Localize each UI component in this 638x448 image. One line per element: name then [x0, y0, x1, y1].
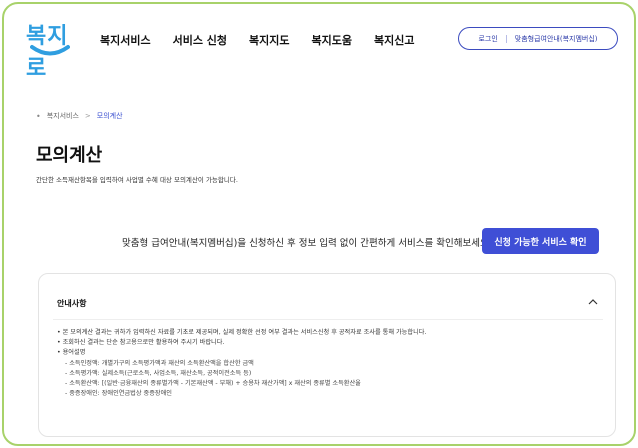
breadcrumb-item-welfare-service[interactable]: 복지서비스 [47, 111, 79, 121]
nav-item-welfare-report[interactable]: 복지신고 [374, 32, 414, 48]
page-description: 간단한 소득재산항목을 입력하여 사업별 수혜 대상 모의계산이 가능합니다. [36, 176, 238, 184]
breadcrumb: • 복지서비스 > 모의계산 [36, 111, 123, 121]
main-nav: 복지서비스 서비스 신청 복지지도 복지도움 복지신고 [100, 32, 415, 48]
panel-divider [53, 319, 603, 320]
site-logo[interactable]: 복지로 [26, 18, 86, 81]
login-link[interactable]: 로그인 [478, 34, 497, 44]
chevron-right-icon: > [84, 112, 91, 120]
info-bullet: • 조회하신 결과는 단순 참고용으로만 활용하여 주시기 바랍니다. [57, 339, 225, 347]
membership-cta-text: 맞춤형 급여안내(복지멤버십)을 신청하신 후 정보 입력 없이 간편하게 서비… [122, 238, 493, 249]
utility-menu: 로그인 맞춤형급여안내(복지멤버십) [458, 27, 618, 50]
info-panel-title: 안내사항 [57, 299, 87, 308]
nav-item-welfare-map[interactable]: 복지지도 [249, 32, 289, 48]
site-header: 복지로 복지서비스 서비스 신청 복지지도 복지도움 복지신고 로그인 맞춤형급… [4, 4, 634, 81]
nav-item-welfare-service[interactable]: 복지서비스 [100, 32, 151, 48]
utility-divider [505, 34, 507, 43]
nav-item-welfare-help[interactable]: 복지도움 [312, 32, 352, 48]
custom-guide-link[interactable]: 맞춤형급여안내(복지멤버십) [515, 34, 598, 44]
info-panel: 안내사항 • 본 모의계산 결과는 귀하가 입력하신 자료를 기초로 제공되며,… [38, 273, 616, 437]
info-bullet: • 본 모의계산 결과는 귀하가 입력하신 자료를 기초로 제공되며, 실제 정… [57, 329, 427, 336]
term-item: - 소득환산액: [(일반·금융재산의 종류별가액 - 기본재산액 - 부채) … [65, 380, 361, 388]
logo-smile-icon [30, 45, 70, 56]
term-item: - 소득평가액: 실제소득(근로소득, 사업소득, 재산소득, 공적이전소득 등… [65, 369, 252, 377]
breadcrumb-item-current: 모의계산 [96, 112, 123, 120]
nav-item-service-apply[interactable]: 서비스 신청 [173, 32, 227, 48]
chevron-up-icon[interactable] [585, 294, 601, 310]
info-panel-body: • 본 모의계산 결과는 귀하가 입력하신 자료를 기초로 제공되며, 실제 정… [57, 328, 426, 399]
term-item: - 소득인정액: 개별가구의 소득평가액과 재산의 소득환산액을 합산한 금액 [65, 359, 254, 367]
page-frame: 복지로 복지서비스 서비스 신청 복지지도 복지도움 복지신고 로그인 맞춤형급… [2, 2, 636, 446]
info-bullet: • 용어설명 [57, 349, 86, 357]
home-dot-icon: • [36, 111, 41, 121]
term-item: - 중증장애인: 장애인연금법상 중증장애인 [65, 390, 172, 398]
check-available-services-button[interactable]: 신청 가능한 서비스 확인 [482, 228, 599, 254]
page-title: 모의계산 [36, 145, 103, 166]
